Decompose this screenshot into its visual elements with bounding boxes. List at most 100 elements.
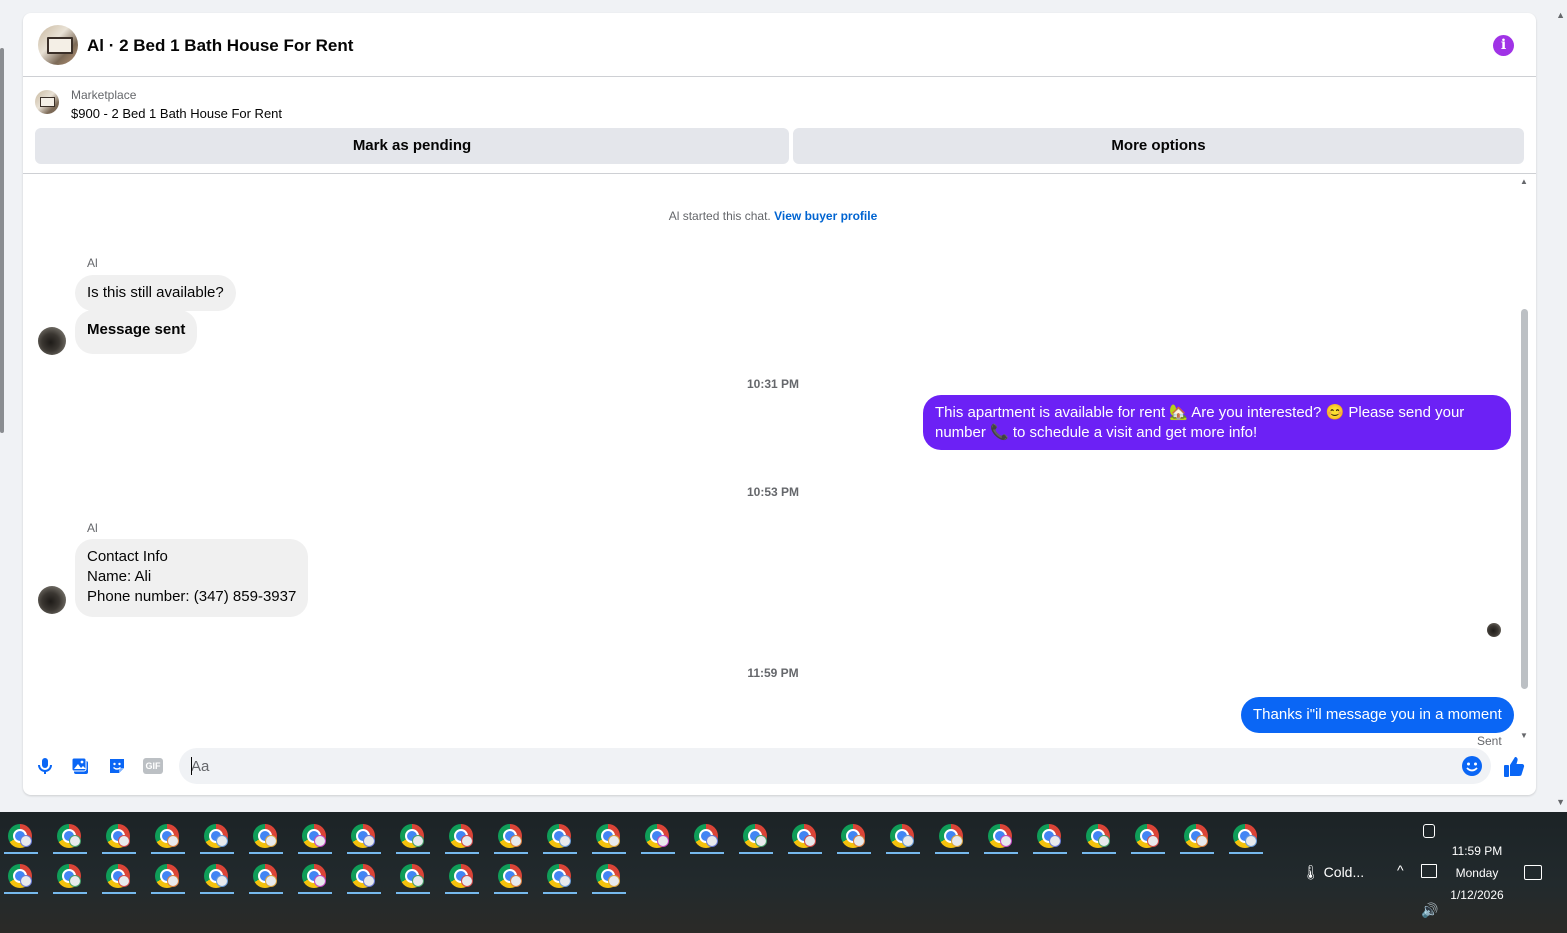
- chrome-taskbar-button[interactable]: [1078, 816, 1127, 854]
- message-list: Al started this chat. View buyer profile…: [23, 175, 1523, 748]
- chrome-taskbar-button[interactable]: [49, 816, 98, 854]
- profile-badge-icon: [265, 835, 277, 847]
- chrome-taskbar-button[interactable]: [343, 856, 392, 894]
- chrome-taskbar-button[interactable]: [490, 816, 539, 854]
- view-buyer-profile-link[interactable]: View buyer profile: [774, 209, 877, 223]
- show-hidden-icons-chevron-icon[interactable]: ^: [1397, 862, 1404, 878]
- chrome-taskbar-button[interactable]: [931, 816, 980, 854]
- chrome-taskbar-button[interactable]: [588, 816, 637, 854]
- chrome-taskbar-button[interactable]: [0, 856, 49, 894]
- chrome-taskbar-button[interactable]: [294, 856, 343, 894]
- photo-icon[interactable]: [71, 756, 91, 776]
- profile-badge-icon: [69, 875, 81, 887]
- chrome-taskbar-button[interactable]: [245, 816, 294, 854]
- chrome-taskbar-button[interactable]: [735, 816, 784, 854]
- chrome-taskbar-button[interactable]: [245, 856, 294, 894]
- clock-date[interactable]: 1/12/2026: [1440, 888, 1514, 902]
- chat-panel: Al · 2 Bed 1 Bath House For Rent i Marke…: [23, 13, 1536, 795]
- chrome-taskbar-button[interactable]: [147, 816, 196, 854]
- chrome-taskbar-button[interactable]: [980, 816, 1029, 854]
- profile-badge-icon: [706, 835, 718, 847]
- volume-icon[interactable]: 🔊: [1421, 902, 1438, 919]
- profile-badge-icon: [1196, 835, 1208, 847]
- buyer-avatar[interactable]: [38, 586, 66, 614]
- weather-widget[interactable]: 🌡 Cold...: [1302, 864, 1364, 881]
- chrome-taskbar-button[interactable]: [539, 816, 588, 854]
- profile-badge-icon: [510, 875, 522, 887]
- chrome-taskbar-button[interactable]: [882, 816, 931, 854]
- scroll-thumb[interactable]: [1521, 309, 1528, 689]
- chrome-taskbar-button[interactable]: [196, 856, 245, 894]
- chrome-taskbar-button[interactable]: [784, 816, 833, 854]
- chrome-taskbar-button[interactable]: [98, 816, 147, 854]
- chrome-taskbar-button[interactable]: [1176, 816, 1225, 854]
- scroll-down-arrow[interactable]: ▼: [1520, 731, 1528, 740]
- sticker-icon[interactable]: [107, 756, 127, 776]
- clock-time[interactable]: 11:59 PM: [1440, 844, 1514, 858]
- incoming-message-bold[interactable]: Message sent: [75, 310, 198, 354]
- chrome-taskbar-button[interactable]: [1225, 816, 1274, 854]
- clock-day[interactable]: Monday: [1440, 866, 1514, 880]
- running-indicator: [1082, 852, 1116, 854]
- running-indicator: [298, 892, 332, 894]
- timestamp: 10:31 PM: [746, 377, 800, 391]
- chrome-taskbar-button[interactable]: [441, 856, 490, 894]
- profile-badge-icon: [1049, 835, 1061, 847]
- chrome-taskbar-button[interactable]: [1127, 816, 1176, 854]
- profile-badge-icon: [559, 875, 571, 887]
- running-indicator: [641, 852, 675, 854]
- page-scroll-up-arrow[interactable]: ▲: [1556, 10, 1565, 20]
- microphone-icon[interactable]: [35, 756, 55, 776]
- message-input[interactable]: [191, 748, 1451, 784]
- message-input-container[interactable]: [179, 748, 1491, 784]
- listing-price-title[interactable]: $900 - 2 Bed 1 Bath House For Rent: [71, 106, 282, 121]
- network-icon[interactable]: [1421, 864, 1437, 878]
- mark-as-pending-button[interactable]: Mark as pending: [35, 128, 789, 164]
- chrome-taskbar-button[interactable]: [1029, 816, 1078, 854]
- profile-badge-icon: [1147, 835, 1159, 847]
- chrome-taskbar-button[interactable]: [294, 816, 343, 854]
- chrome-taskbar-button[interactable]: [343, 816, 392, 854]
- running-indicator: [53, 892, 87, 894]
- running-indicator: [102, 892, 136, 894]
- running-indicator: [886, 852, 920, 854]
- text-caret: [191, 757, 192, 775]
- outgoing-message[interactable]: This apartment is available for rent 🏡 A…: [923, 395, 1511, 450]
- scroll-up-arrow[interactable]: ▲: [1520, 177, 1528, 186]
- listing-avatar[interactable]: [38, 25, 78, 65]
- running-indicator: [445, 892, 479, 894]
- chat-title[interactable]: Al · 2 Bed 1 Bath House For Rent: [87, 36, 353, 56]
- chrome-taskbar-button[interactable]: [490, 856, 539, 894]
- chat-scrollbar[interactable]: ▲ ▼: [1520, 175, 1530, 745]
- chrome-taskbar-button[interactable]: [539, 856, 588, 894]
- chrome-taskbar-button[interactable]: [686, 816, 735, 854]
- chrome-taskbar-button[interactable]: [98, 856, 147, 894]
- chrome-taskbar-button[interactable]: [392, 816, 441, 854]
- contact-name: Name: Ali: [87, 568, 152, 585]
- page-scroll-down-arrow[interactable]: ▼: [1556, 797, 1565, 807]
- chrome-taskbar-button[interactable]: [392, 856, 441, 894]
- running-indicator: [347, 852, 381, 854]
- profile-badge-icon: [20, 875, 32, 887]
- chrome-taskbar-button[interactable]: [637, 816, 686, 854]
- chrome-taskbar-button[interactable]: [196, 816, 245, 854]
- chrome-taskbar-button[interactable]: [833, 816, 882, 854]
- listing-thumbnail[interactable]: [35, 90, 59, 114]
- chrome-taskbar-button[interactable]: [588, 856, 637, 894]
- thumbs-up-icon[interactable]: [1502, 755, 1526, 779]
- gif-icon[interactable]: GIF: [143, 758, 163, 774]
- outgoing-message[interactable]: Thanks i"il message you in a moment: [1241, 697, 1514, 733]
- buyer-avatar[interactable]: [38, 327, 66, 355]
- window-edge-scrollbar[interactable]: [0, 48, 4, 433]
- notification-center-icon[interactable]: [1524, 865, 1542, 880]
- chrome-taskbar-button[interactable]: [441, 816, 490, 854]
- more-options-button[interactable]: More options: [793, 128, 1524, 164]
- chrome-taskbar-button[interactable]: [147, 856, 196, 894]
- camera-in-use-icon[interactable]: [1423, 824, 1435, 838]
- incoming-message[interactable]: Is this still available?: [75, 275, 236, 311]
- incoming-contact-message[interactable]: Contact Info Name: Ali Phone number: (34…: [75, 539, 309, 617]
- info-icon[interactable]: i: [1493, 35, 1514, 56]
- chrome-taskbar-button[interactable]: [49, 856, 98, 894]
- chrome-taskbar-button[interactable]: [0, 816, 49, 854]
- emoji-icon[interactable]: [1461, 755, 1483, 777]
